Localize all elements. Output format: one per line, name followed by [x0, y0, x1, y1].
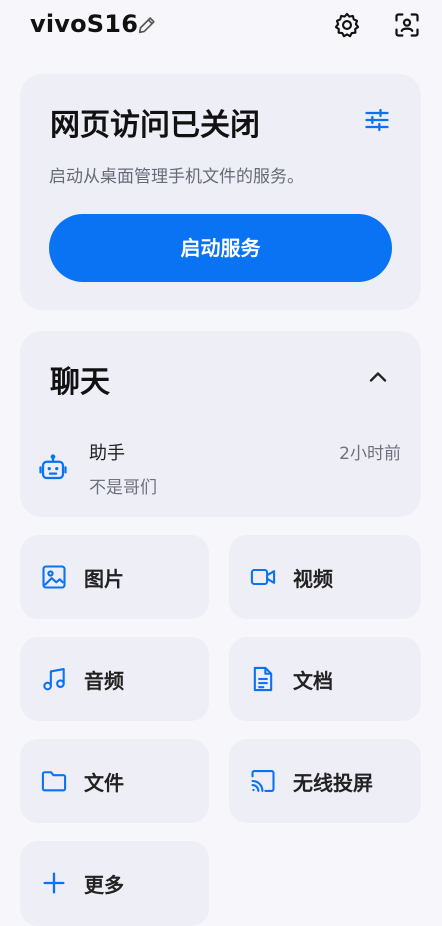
top-bar: vivoS16: [0, 0, 442, 56]
web-access-description: 启动从桌面管理手机文件的服务。: [49, 167, 304, 187]
tile-label: 视频: [293, 567, 333, 591]
tile-audio[interactable]: 音频: [20, 637, 209, 721]
plus-icon: [43, 872, 65, 894]
chat-list-item[interactable]: 助手 不是哥们 2小时前: [20, 427, 421, 507]
tile-label: 音频: [84, 669, 124, 693]
tile-more[interactable]: 更多: [20, 841, 209, 926]
tile-documents[interactable]: 文档: [229, 637, 421, 721]
image-icon: [42, 565, 66, 589]
chat-name: 助手: [89, 443, 125, 464]
tile-images[interactable]: 图片: [20, 535, 209, 619]
gear-icon[interactable]: [333, 11, 361, 39]
tile-files[interactable]: 文件: [20, 739, 209, 823]
edit-icon[interactable]: [136, 14, 158, 36]
scan-icon[interactable]: [393, 11, 421, 39]
chat-time: 2小时前: [339, 444, 401, 464]
tile-screen-cast[interactable]: 无线投屏: [229, 739, 421, 823]
web-access-title: 网页访问已关闭: [50, 108, 260, 143]
tile-label: 图片: [84, 567, 124, 591]
tile-videos[interactable]: 视频: [229, 535, 421, 619]
folder-icon: [41, 771, 67, 792]
video-icon: [250, 568, 276, 586]
chat-card: 聊天 助手 不是哥们 2小时前: [20, 331, 421, 517]
cast-icon: [251, 770, 275, 792]
tile-label: 无线投屏: [293, 771, 373, 795]
chat-preview: 不是哥们: [89, 478, 157, 498]
chevron-up-icon[interactable]: [364, 363, 392, 391]
tile-label: 文件: [84, 771, 124, 795]
document-icon: [253, 666, 273, 692]
robot-icon: [39, 454, 67, 480]
music-icon: [43, 668, 65, 691]
chat-title: 聊天: [50, 365, 110, 400]
tile-label: 文档: [293, 669, 333, 693]
start-service-button[interactable]: 启动服务: [49, 214, 392, 282]
tune-icon[interactable]: [363, 106, 391, 134]
device-name: vivoS16: [30, 10, 139, 38]
tile-label: 更多: [84, 873, 124, 897]
web-access-card: 网页访问已关闭 启动从桌面管理手机文件的服务。 启动服务: [20, 74, 421, 310]
